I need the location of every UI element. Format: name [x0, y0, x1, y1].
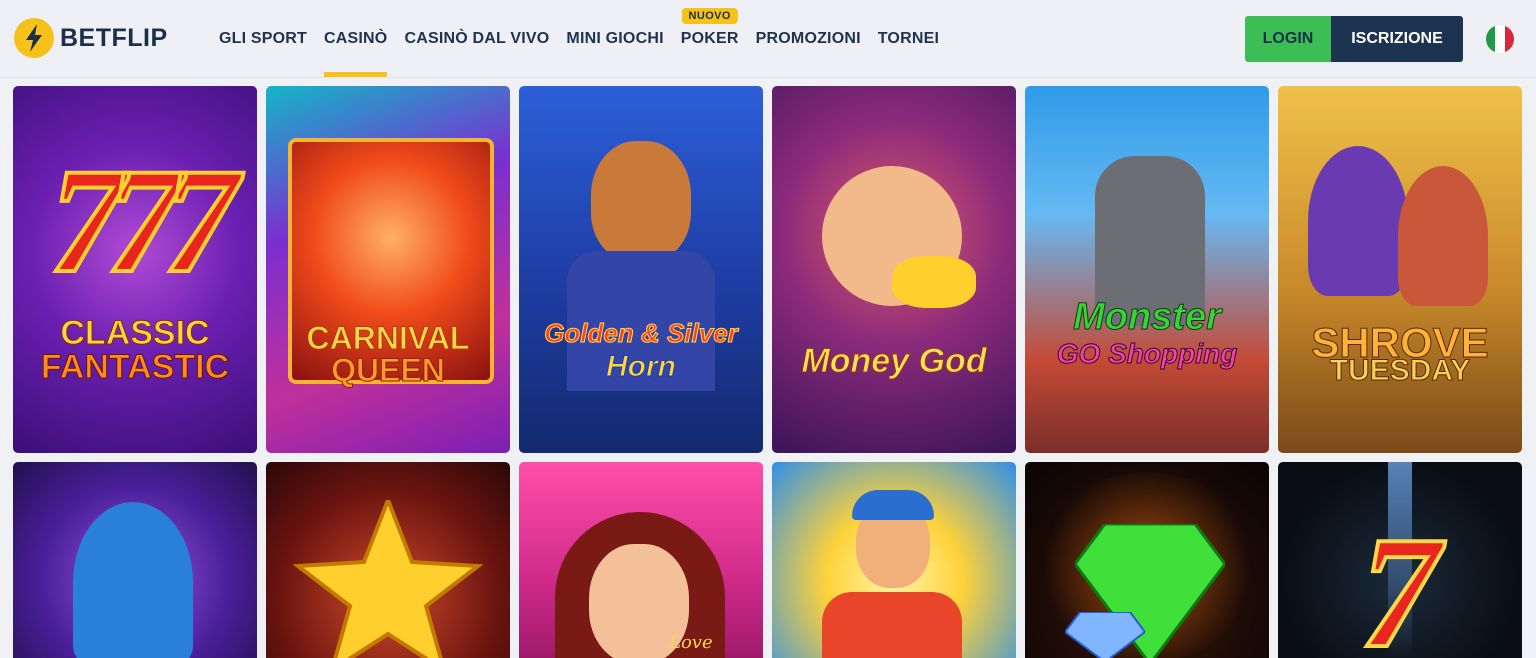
top-bar: BETFLIP GLI SPORT CASINÒ CASINÒ DAL VIVO… [0, 0, 1536, 78]
nav-item-tournaments[interactable]: TORNEI [878, 0, 939, 77]
game-title-part: God [918, 342, 987, 380]
italy-flag-icon[interactable] [1486, 25, 1514, 53]
love-script: Love [669, 632, 713, 653]
game-tile-thunder-warrior[interactable] [13, 462, 257, 658]
game-title: Money God [772, 342, 1016, 380]
nav-item-sports[interactable]: GLI SPORT [219, 0, 307, 77]
game-title: Monster [1073, 296, 1222, 338]
game-numeral: 7 [1358, 503, 1442, 658]
game-subtitle: QUEEN [331, 352, 446, 388]
winged-character [73, 502, 193, 658]
game-title: Golden & Silver [544, 318, 739, 348]
gold-ingot [892, 256, 976, 308]
game-tile-gems[interactable] [1025, 462, 1269, 658]
game-tile-fisherman[interactable] [772, 462, 1016, 658]
nav-label: TORNEI [877, 29, 940, 47]
character-head [591, 141, 691, 261]
nav-label: CASINÒ [324, 29, 388, 47]
game-tile-money-god[interactable]: Money God [772, 86, 1016, 453]
nav-label: CASINÒ DAL VIVO [404, 29, 550, 47]
nav-item-live-casino[interactable]: CASINÒ DAL VIVO [404, 0, 549, 77]
nav-label: GLI SPORT [219, 29, 308, 47]
puppet-left [1308, 146, 1408, 296]
login-button[interactable]: LOGIN [1245, 16, 1331, 62]
game-title: CLASSIC [60, 314, 210, 352]
main-nav: GLI SPORT CASINÒ CASINÒ DAL VIVO MINI GI… [219, 0, 956, 77]
diamond-gem-icon [1065, 612, 1145, 658]
nav-item-poker[interactable]: NUOVO POKER [681, 0, 739, 77]
nav-item-casino[interactable]: CASINÒ [324, 0, 388, 77]
betflip-logo[interactable]: BETFLIP [14, 18, 168, 58]
game-title: CARNIVAL [306, 320, 470, 356]
game-subtitle: TUESDAY [1329, 354, 1471, 387]
game-tile-carnival-queen[interactable]: CARNIVAL QUEEN [266, 86, 510, 453]
nav-item-promotions[interactable]: PROMOZIONI [756, 0, 861, 77]
nav-label: PROMOZIONI [755, 29, 861, 47]
game-title-part: Money [801, 342, 910, 380]
game-tile-lady-love[interactable]: Love [519, 462, 763, 658]
logo-wordmark: BETFLIP [60, 23, 168, 52]
game-subtitle: Horn [606, 350, 677, 383]
nav-label: MINI GIOCHI [566, 29, 664, 47]
star-icon [292, 500, 484, 658]
game-numeral: 777 [48, 138, 241, 304]
game-subtitle: FANTASTIC [40, 348, 230, 386]
game-tile-lucky-seven[interactable]: 7 [1278, 462, 1522, 658]
game-subtitle: GO Shopping [1056, 338, 1238, 369]
character-cap [852, 490, 934, 520]
signup-button[interactable]: ISCRIZIONE [1331, 16, 1463, 62]
nav-label: POKER [680, 29, 739, 47]
character-shirt [822, 592, 962, 658]
game-tile-monster-go-shopping[interactable]: Monster GO Shopping [1025, 86, 1269, 453]
game-tile-golden-silver-horn[interactable]: Golden & Silver Horn [519, 86, 763, 453]
puppet-right [1398, 166, 1488, 306]
game-tile-shrove-tuesday[interactable]: SHROVE TUESDAY [1278, 86, 1522, 453]
game-tile-classic-fantastic[interactable]: 777 CLASSIC FANTASTIC [13, 86, 257, 453]
game-tile-golden-star[interactable] [266, 462, 510, 658]
new-badge: NUOVO [681, 8, 738, 24]
nav-item-mini-games[interactable]: MINI GIOCHI [566, 0, 663, 77]
lightning-bolt-icon [14, 18, 54, 58]
